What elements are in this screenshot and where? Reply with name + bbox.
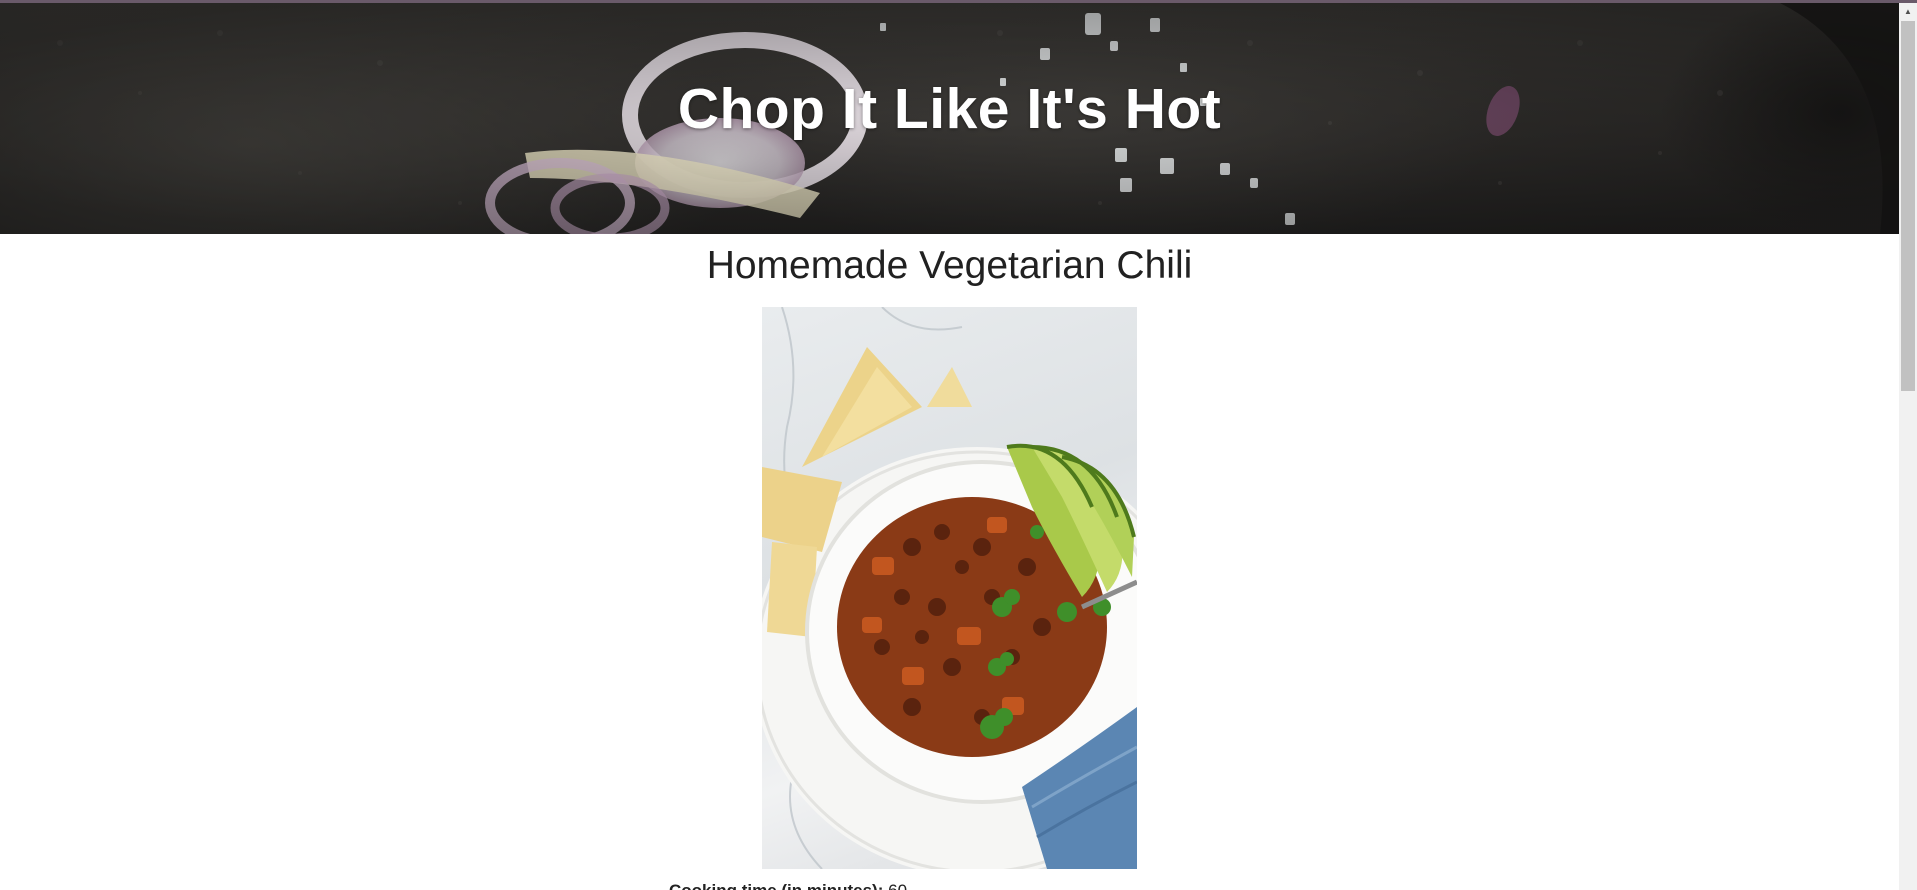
hero-banner: Chop It Like It's Hot — [0, 3, 1899, 234]
site-title: Chop It Like It's Hot — [677, 77, 1222, 141]
chili-bowl-image — [762, 307, 1137, 869]
scroll-up-arrow-icon[interactable]: ▲ — [1899, 3, 1917, 20]
recipe-title: Homemade Vegetarian Chili — [706, 244, 1193, 287]
cooking-time-value: 60 — [888, 881, 907, 890]
vertical-scrollbar[interactable]: ▲ — [1899, 3, 1917, 890]
recipe-photo — [762, 307, 1137, 869]
page: Chop It Like It's Hot Homemade Vegetaria… — [0, 0, 1917, 890]
cooking-time-label: Cooking time (in minutes): — [669, 881, 883, 890]
cooking-time-line: Cooking time (in minutes): 60 — [669, 881, 907, 890]
scrollbar-thumb[interactable] — [1901, 21, 1915, 391]
